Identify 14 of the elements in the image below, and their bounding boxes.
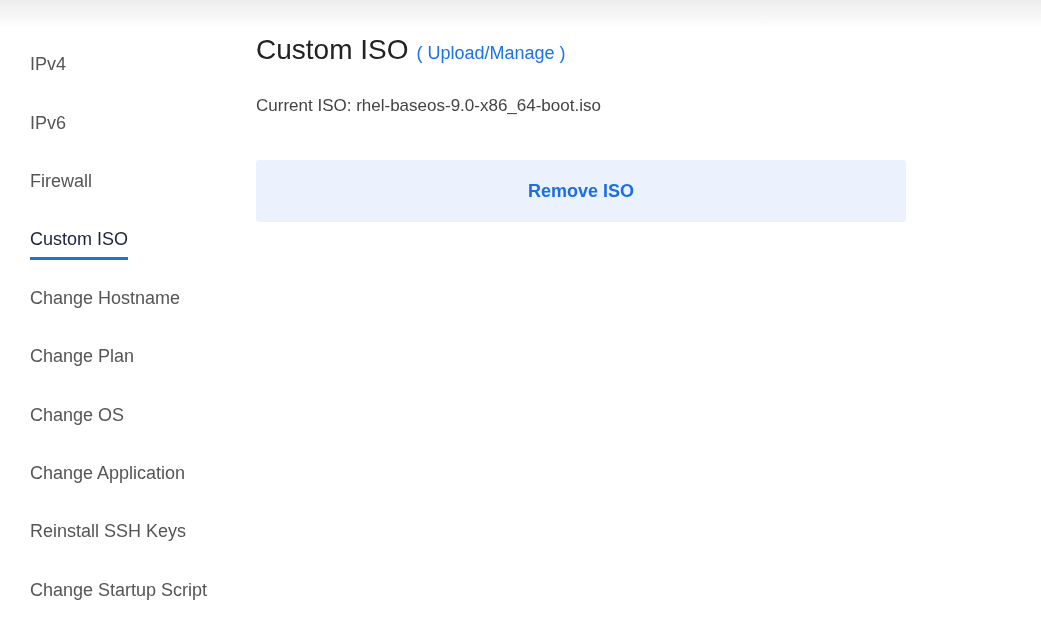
sidebar-tab[interactable]: IPv4	[30, 53, 67, 86]
sidebar-tab[interactable]: Change Hostname	[30, 286, 181, 319]
sidebar-tab[interactable]: Change OS	[30, 403, 125, 436]
sidebar-tab[interactable]: Reinstall SSH Keys	[30, 520, 187, 553]
remove-iso-button[interactable]: Remove ISO	[256, 160, 906, 222]
sidebar-tab[interactable]: Change Plan	[30, 345, 135, 378]
current-iso-text: Current ISO: rhel-baseos-9.0-x86_64-boot.iso	[256, 96, 602, 116]
sidebar-tab[interactable]: IPv6	[30, 111, 67, 144]
upload-manage-link[interactable]: ( Upload/Manage )	[416, 43, 566, 64]
sidebar-tab[interactable]: Firewall	[30, 170, 92, 202]
section-title: Custom ISO	[256, 34, 409, 66]
sidebar-tab[interactable]: Change Application	[30, 462, 186, 495]
sidebar-tab[interactable]: Custom ISO	[30, 228, 129, 261]
sidebar-tab[interactable]: Change Startup Script	[30, 578, 208, 611]
